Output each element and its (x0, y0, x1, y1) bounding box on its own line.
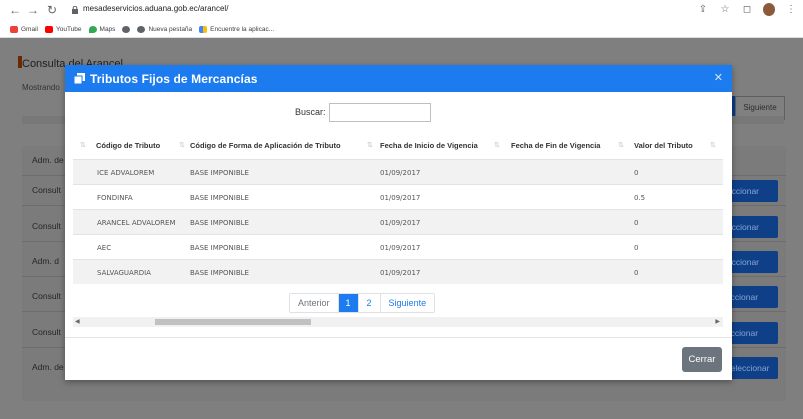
sort-icon[interactable]: ⇅ (710, 141, 716, 149)
profile-avatar[interactable] (763, 3, 775, 16)
page-subtitle: Mostrando (22, 83, 60, 92)
close-button[interactable]: Cerrar (682, 347, 722, 372)
scroll-right-icon[interactable]: ▶ (715, 318, 720, 325)
bookmarks-bar: Gmail YouTube Maps Nueva pestaña Encuent… (0, 21, 803, 37)
browser-chrome: ← → ↻ mesadeservicios.aduana.gob.ec/aran… (0, 0, 803, 38)
table-body: ICE ADVALOREM BASE IMPONIBLE 01/09/2017 … (73, 159, 723, 284)
search-label: Buscar: (295, 107, 326, 117)
page-1-button[interactable]: 1 (338, 294, 359, 312)
table-row[interactable]: SALVAGUARDIA BASE IMPONIBLE 01/09/2017 0 (73, 259, 723, 284)
tributos-modal: Tributos Fijos de Mercancías ✕ Buscar: ⇅… (65, 65, 732, 380)
globe-icon (122, 25, 131, 33)
table-row[interactable]: AEC BASE IMPONIBLE 01/09/2017 0 (73, 234, 723, 259)
sort-icon[interactable]: ⇅ (80, 141, 86, 149)
reload-icon[interactable]: ↻ (45, 3, 59, 17)
bookmark-new-tab[interactable]: Nueva pestaña (137, 25, 192, 33)
globe-icon (137, 25, 146, 33)
forward-icon[interactable]: → (26, 3, 40, 17)
col-header[interactable]: Fecha de Fin de Vigencia (511, 141, 600, 150)
page-2-button[interactable]: 2 (358, 294, 381, 312)
horizontal-scrollbar[interactable]: ◀ ▶ (73, 317, 723, 327)
search-input[interactable] (329, 103, 431, 122)
back-icon[interactable]: ← (8, 3, 22, 17)
close-icon[interactable]: ✕ (714, 71, 723, 84)
col-header[interactable]: Valor del Tributo (634, 141, 693, 150)
table-row[interactable]: FONDINFA BASE IMPONIBLE 01/09/2017 0.5 (73, 184, 723, 209)
gmail-icon (10, 25, 18, 33)
col-header[interactable]: Código de Forma de Aplicación de Tributo (190, 141, 341, 150)
bookmark-globe[interactable] (122, 25, 131, 33)
modal-header: Tributos Fijos de Mercancías ✕ (65, 65, 732, 92)
sort-icon[interactable]: ⇅ (494, 141, 500, 149)
sort-icon[interactable]: ⇅ (179, 141, 185, 149)
col-header[interactable]: Código de Tributo (96, 141, 160, 150)
bookmark-maps[interactable]: Maps (88, 25, 115, 33)
table-row[interactable]: ICE ADVALOREM BASE IMPONIBLE 01/09/2017 … (73, 159, 723, 184)
bookmark-youtube[interactable]: YouTube (44, 25, 82, 33)
url-bar[interactable]: mesadeservicios.aduana.gob.ec/arancel/ (83, 4, 228, 13)
bookmark-gmail[interactable]: Gmail (10, 25, 38, 33)
address-row: ← → ↻ mesadeservicios.aduana.gob.ec/aran… (0, 0, 803, 21)
next-page-button[interactable]: Siguiente (380, 294, 435, 312)
sort-icon[interactable]: ⇅ (367, 141, 373, 149)
sort-icon[interactable]: ⇅ (618, 141, 624, 149)
copy-icon (74, 73, 85, 84)
tab-icon[interactable]: ◻ (741, 4, 753, 15)
pagination: Anterior 1 2 Siguiente (289, 293, 436, 313)
share-icon[interactable]: ⇪ (697, 4, 709, 15)
table-row[interactable]: ARANCEL ADVALOREM BASE IMPONIBLE 01/09/2… (73, 209, 723, 234)
bookmark-app-finder[interactable]: Encuentre la aplicac... (199, 25, 274, 33)
lock-icon (72, 6, 78, 14)
prev-page-button[interactable]: Anterior (290, 294, 339, 312)
menu-icon[interactable]: ⋮ (785, 4, 797, 15)
maps-icon (88, 25, 97, 33)
scroll-left-icon[interactable]: ◀ (75, 318, 80, 325)
bookmark-star-icon[interactable]: ☆ (719, 4, 731, 15)
modal-title: Tributos Fijos de Mercancías (90, 72, 258, 86)
apps-icon (199, 25, 208, 33)
modal-footer-divider (65, 337, 732, 338)
table-header: ⇅ Código de Tributo ⇅ Código de Forma de… (73, 141, 723, 159)
scrollbar-thumb[interactable] (155, 319, 311, 325)
youtube-icon (44, 25, 53, 33)
col-header[interactable]: Fecha de Inicio de Vigencia (380, 141, 478, 150)
